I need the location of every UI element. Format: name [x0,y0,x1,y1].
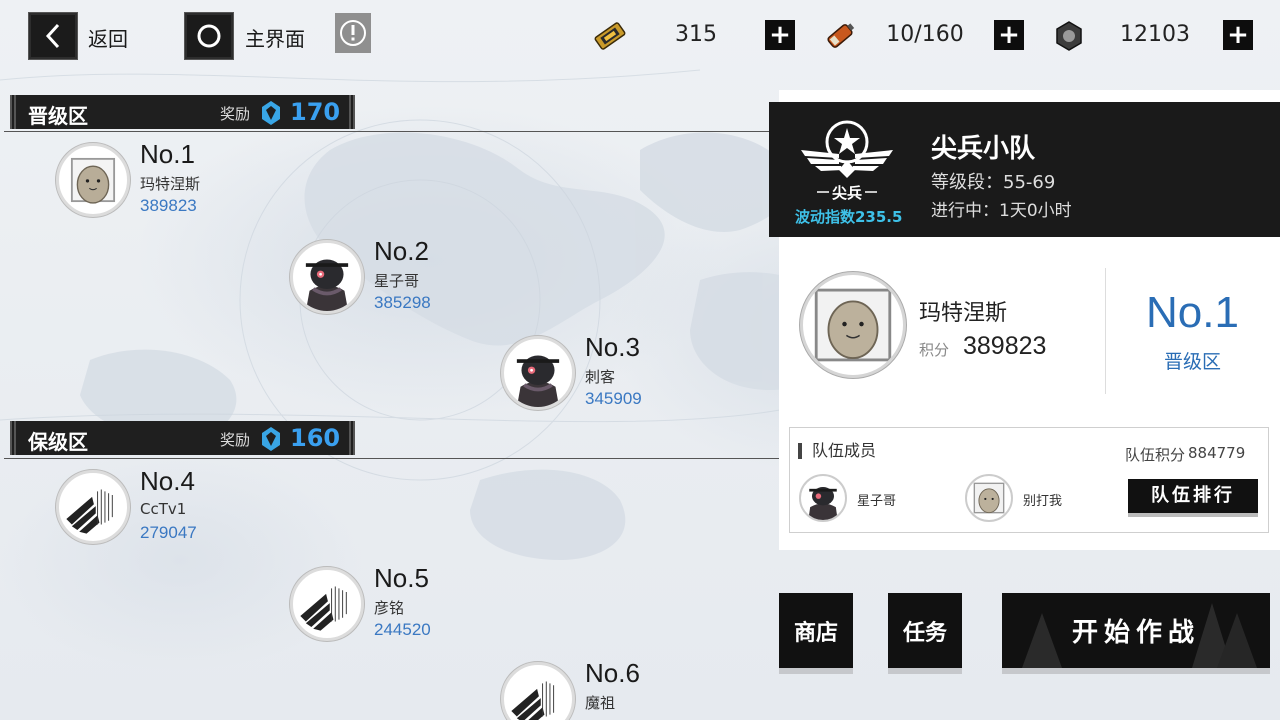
team-score-label: 队伍积分 [1125,446,1186,464]
wing-emblem-avatar-icon [501,662,575,720]
tasks-label: 任务 [902,620,947,646]
reward-value: 170 [290,98,341,126]
exclamation-icon [340,20,366,46]
add-stamina-button[interactable]: + [994,20,1024,50]
ticket-icon [594,22,626,50]
reward-label: 奖励 [220,431,251,449]
home-circle-icon [197,24,221,48]
player-score: 279047 [140,523,197,542]
zone-title: 保级区 [28,430,88,454]
my-name: 玛特涅斯 [919,301,1008,326]
team-ranking-button[interactable]: 队伍排行 [1128,479,1258,513]
my-zone: 晋级区 [1163,351,1221,373]
zone-divider [4,458,779,459]
zone-title: 晋级区 [28,104,88,128]
robot-avatar-icon[interactable] [799,474,847,522]
promotion-zone-header: 晋级区 奖励 170 [10,95,355,129]
rank-entry-3[interactable]: No.3 刺客 345909 [501,332,761,416]
rank-entry-5[interactable]: No.5 彦铭 244520 [290,563,550,647]
team-header: 尖兵 波动指数235.5 尖兵小队 等级段：55-69 进行中：1天0小时 [769,102,1280,237]
gear-nut-icon [1056,21,1082,51]
robot-avatar-icon [501,336,575,410]
members-title: 队伍成员 [798,443,876,459]
my-score: 389823 [963,332,1047,360]
rank-entry-2[interactable]: No.2 星子哥 385298 [290,236,550,320]
player-name: 玛特涅斯 [140,175,201,193]
player-name: 星子哥 [374,272,420,290]
chevron-left-icon [45,23,60,49]
battery-icon [827,23,855,48]
player-name: 刺客 [585,368,616,386]
player-score: 244520 [374,620,431,639]
wave-index: 波动指数235.5 [795,208,903,226]
ticket-value: 315 [675,22,717,47]
stamina-value: 10/160 [886,22,964,47]
team-score: 884779 [1188,444,1246,462]
team-members-box: 队伍成员 队伍积分 884779 星子哥 别打我 队伍排行 [789,427,1269,533]
rank-number: No.6 [585,658,640,688]
reward-value: 160 [290,424,341,452]
player-name: 魔祖 [585,694,616,712]
player-name: 彦铭 [374,599,405,617]
potato-avatar-icon[interactable] [965,474,1013,522]
wing-emblem-avatar-icon [290,567,364,641]
crystal-icon [262,427,280,451]
shop-label: 商店 [793,620,838,646]
rank-entry-1[interactable]: No.1 玛特涅斯 389823 [56,139,316,223]
divider [1105,268,1106,394]
member-name: 别打我 [1023,494,1063,509]
wing-emblem-avatar-icon [56,470,130,544]
home-button[interactable] [184,12,234,60]
start-battle-label: 开始作战 [1071,618,1200,648]
protection-zone-header: 保级区 奖励 160 [10,421,355,455]
zone-divider [4,131,779,132]
home-label[interactable]: 主界面 [245,23,305,52]
rank-entry-6[interactable]: No.6 魔祖 [501,658,761,720]
my-rank: No.1 [1146,288,1239,337]
info-button[interactable] [335,13,371,53]
rank-number: No.2 [374,236,429,266]
add-parts-button[interactable]: + [1223,20,1253,50]
parts-value: 12103 [1120,22,1190,47]
reward-label: 奖励 [220,105,251,123]
player-score: 389823 [140,196,197,215]
my-avatar-icon[interactable] [800,272,906,378]
robot-avatar-icon [290,240,364,314]
member-name: 星子哥 [857,494,897,509]
add-ticket-button[interactable]: + [765,20,795,50]
rank-entry-4[interactable]: No.4 CcTv1 279047 [56,466,316,550]
back-button[interactable] [28,12,78,60]
team-emblem-text: 尖兵 [832,184,862,202]
rank-number: No.1 [140,139,195,169]
season-progress: 进行中：1天0小时 [931,201,1072,221]
rank-number: No.5 [374,563,429,593]
shop-button[interactable]: 商店 [779,593,853,668]
back-label[interactable]: 返回 [88,23,128,52]
rank-number: No.3 [585,332,640,362]
potato-avatar-icon [56,143,130,217]
player-name: CcTv1 [140,500,187,518]
team-emblem-icon: 尖兵 [801,120,893,202]
my-score-label: 积分 [919,341,950,359]
level-range: 等级段：55-69 [931,172,1056,193]
crystal-icon [262,101,280,125]
player-score: 345909 [585,389,642,408]
player-score: 385298 [374,293,431,312]
tasks-button[interactable]: 任务 [888,593,962,668]
start-battle-button[interactable]: 开始作战 [1002,593,1270,668]
rank-number: No.4 [140,466,195,496]
team-name: 尖兵小队 [931,134,1036,164]
